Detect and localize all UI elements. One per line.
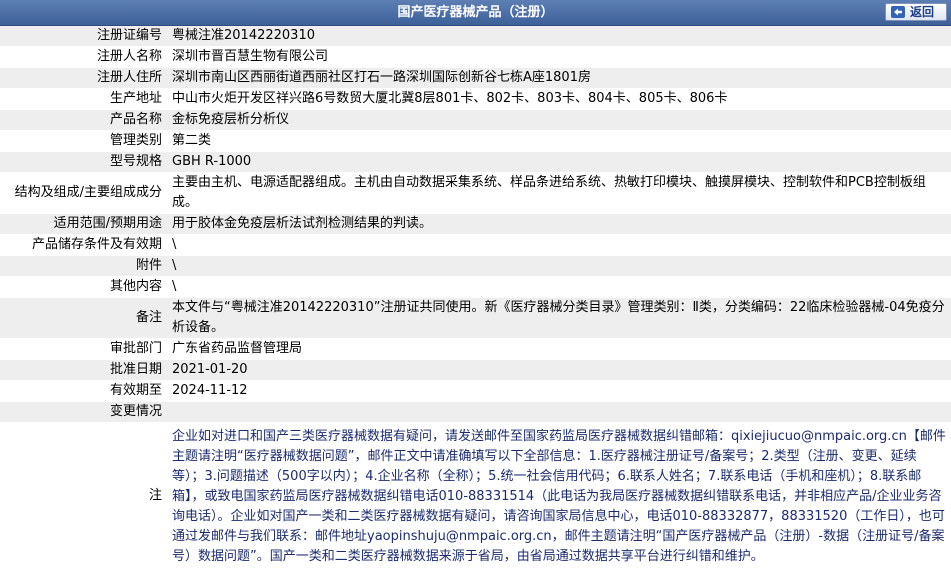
row-label: 审批部门 <box>0 339 168 360</box>
row-label: 结构及组成/主要组成成分 <box>0 173 168 214</box>
row-value: 2021-01-20 <box>168 360 951 381</box>
table-row: 备注本文件与“粤械注准20142220310”注册证共同使用。新《医疗器械分类目… <box>0 298 951 339</box>
note-text: 企业如对进口和国产三类医疗器械数据有疑问，请发送邮件至国家药监局医疗器械数据纠错… <box>168 423 951 569</box>
row-label: 适用范围/预期用途 <box>0 214 168 235</box>
row-label: 管理类别 <box>0 131 168 152</box>
back-button[interactable]: 返回 <box>885 3 947 21</box>
row-label: 有效期至 <box>0 381 168 402</box>
table-row: 有效期至2024-11-12 <box>0 381 951 402</box>
row-value: 主要由主机、电源适配器组成。主机由自动数据采集系统、样品条进给系统、热敏打印模块… <box>168 173 951 214</box>
back-button-label: 返回 <box>910 5 934 19</box>
page-title: 国产医疗器械产品（注册） <box>0 0 951 25</box>
row-value: 2024-11-12 <box>168 381 951 402</box>
table-row: 其他内容\ <box>0 277 951 298</box>
back-arrow-icon <box>891 6 905 18</box>
table-row: 生产地址中山市火炬开发区祥兴路6号数贸大厦北冀8层801卡、802卡、803卡、… <box>0 89 951 110</box>
row-label: 注册人住所 <box>0 68 168 89</box>
note-row: 注企业如对进口和国产三类医疗器械数据有疑问，请发送邮件至国家药监局医疗器械数据纠… <box>0 423 951 569</box>
row-label: 型号规格 <box>0 152 168 173</box>
row-label: 附件 <box>0 256 168 277</box>
row-label: 生产地址 <box>0 89 168 110</box>
row-label: 产品名称 <box>0 110 168 131</box>
table-row: 适用范围/预期用途用于胶体金免疫层析法试剂检测结果的判读。 <box>0 214 951 235</box>
row-value <box>168 402 951 423</box>
table-row: 附件\ <box>0 256 951 277</box>
table-row: 注册证编号粤械注准20142220310 <box>0 26 951 47</box>
row-label: 注册证编号 <box>0 26 168 47</box>
row-value: 本文件与“粤械注准20142220310”注册证共同使用。新《医疗器械分类目录》… <box>168 298 951 339</box>
row-value: 深圳市晋百慧生物有限公司 <box>168 47 951 68</box>
record-table: 注册证编号粤械注准20142220310注册人名称深圳市晋百慧生物有限公司注册人… <box>0 26 951 569</box>
row-value: \ <box>168 235 951 256</box>
row-value: 中山市火炬开发区祥兴路6号数贸大厦北冀8层801卡、802卡、803卡、804卡… <box>168 89 951 110</box>
table-row: 型号规格GBH R-1000 <box>0 152 951 173</box>
row-label: 批准日期 <box>0 360 168 381</box>
table-row: 结构及组成/主要组成成分主要由主机、电源适配器组成。主机由自动数据采集系统、样品… <box>0 173 951 214</box>
row-label: 备注 <box>0 298 168 339</box>
table-row: 产品名称金标免疫层析分析仪 <box>0 110 951 131</box>
table-row: 注册人名称深圳市晋百慧生物有限公司 <box>0 47 951 68</box>
row-label: 注册人名称 <box>0 47 168 68</box>
row-label: 产品储存条件及有效期 <box>0 235 168 256</box>
note-label: 注 <box>0 423 168 569</box>
row-label: 其他内容 <box>0 277 168 298</box>
row-value: 粤械注准20142220310 <box>168 26 951 47</box>
page-header: 国产医疗器械产品（注册） 返回 <box>0 0 951 26</box>
table-row: 管理类别第二类 <box>0 131 951 152</box>
row-label: 变更情况 <box>0 402 168 423</box>
table-row: 注册人住所深圳市南山区西丽街道西丽社区打石一路深圳国际创新谷七栋A座1801房 <box>0 68 951 89</box>
row-value: 金标免疫层析分析仪 <box>168 110 951 131</box>
table-row: 产品储存条件及有效期\ <box>0 235 951 256</box>
row-value: \ <box>168 277 951 298</box>
row-value: 第二类 <box>168 131 951 152</box>
row-value: 广东省药品监督管理局 <box>168 339 951 360</box>
table-row: 变更情况 <box>0 402 951 423</box>
row-value: 用于胶体金免疫层析法试剂检测结果的判读。 <box>168 214 951 235</box>
row-value: \ <box>168 256 951 277</box>
table-row: 审批部门广东省药品监督管理局 <box>0 339 951 360</box>
row-value: GBH R-1000 <box>168 152 951 173</box>
row-value: 深圳市南山区西丽街道西丽社区打石一路深圳国际创新谷七栋A座1801房 <box>168 68 951 89</box>
table-row: 批准日期2021-01-20 <box>0 360 951 381</box>
